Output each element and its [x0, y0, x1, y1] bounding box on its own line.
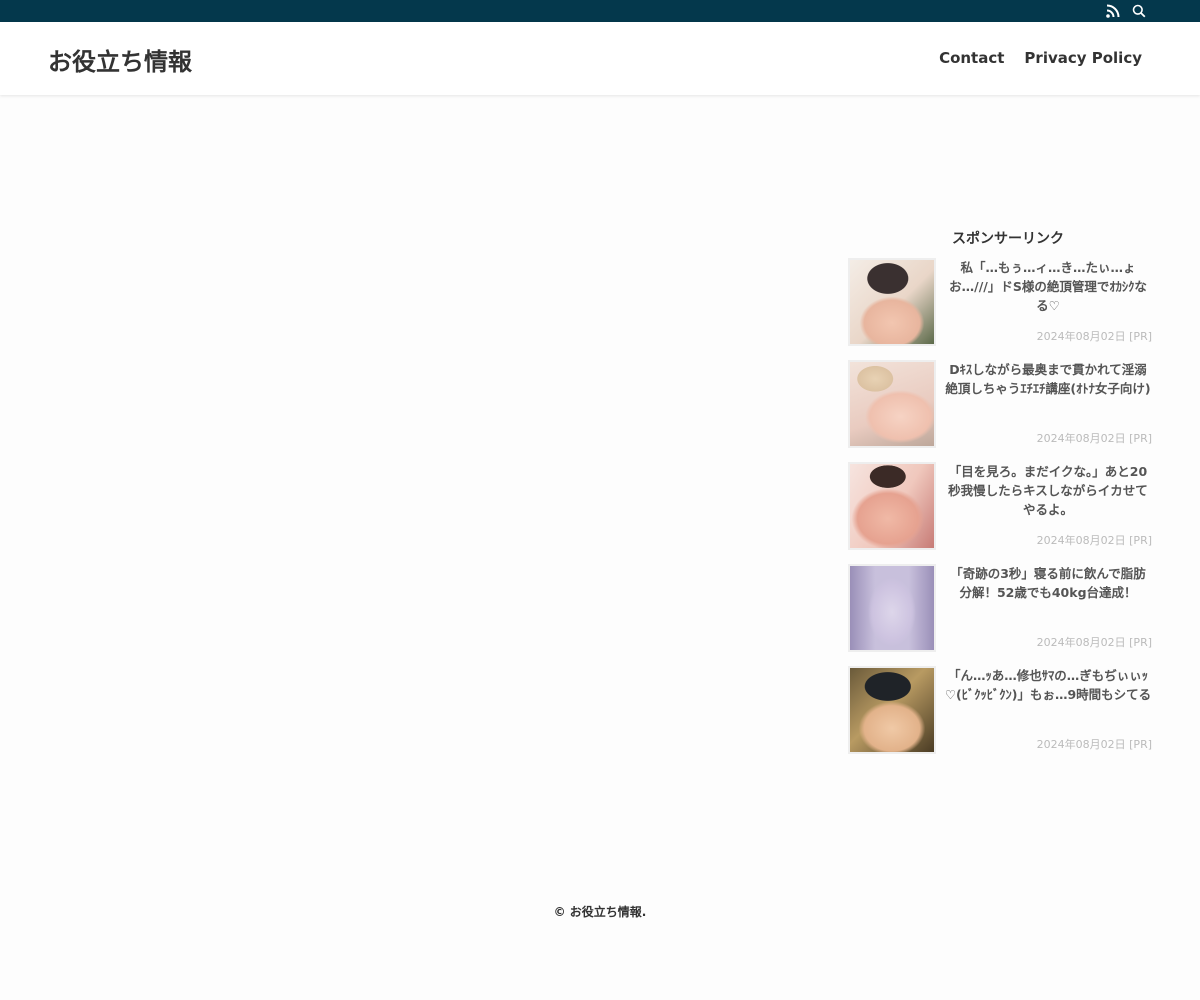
thumbnail-image[interactable] — [848, 564, 936, 652]
nav-contact[interactable]: Contact — [939, 49, 1004, 67]
pr-badge: [PR] — [1129, 636, 1152, 649]
item-date: 2024年08月02日 [PR] — [1036, 738, 1152, 751]
main-nav: Contact Privacy Policy — [939, 49, 1142, 67]
top-bar — [0, 0, 1200, 22]
item-date: 2024年08月02日 [PR] — [1036, 636, 1152, 649]
pr-badge: [PR] — [1129, 432, 1152, 445]
site-header: お役立ち情報 Contact Privacy Policy — [0, 22, 1200, 95]
pr-badge: [PR] — [1129, 330, 1152, 343]
thumbnail-image[interactable] — [848, 360, 936, 448]
site-title[interactable]: お役立ち情報 — [48, 42, 192, 77]
rss-icon[interactable] — [1104, 2, 1122, 20]
footer-copyright: © お役立ち情報. — [553, 905, 647, 919]
list-item[interactable]: 私「…もぅ…ィ…き…たぃ…ょお…///」ドS様の絶頂管理でｵｶｼｸなる♡ 202… — [848, 252, 1154, 354]
list-item[interactable]: 「目を見ろ。まだイクな。」あと20秒我慢したらキスしながらイカせてやるよ。 20… — [848, 456, 1154, 558]
item-title: 「奇跡の3秒」寝る前に飲んで脂肪分解！52歳でも40kg台達成！ — [950, 566, 1146, 600]
item-title: Dｷｽしながら最奥まで貫かれて淫溺絶頂しちゃうｴﾁｴﾁ講座(ｵﾄﾅ女子向け) — [945, 362, 1151, 396]
item-title: 私「…もぅ…ィ…き…たぃ…ょお…///」ドS様の絶頂管理でｵｶｼｸなる♡ — [949, 260, 1147, 313]
list-item[interactable]: 「奇跡の3秒」寝る前に飲んで脂肪分解！52歳でも40kg台達成！ 2024年08… — [848, 558, 1154, 660]
item-title: 「目を見ろ。まだイクな。」あと20秒我慢したらキスしながらイカせてやるよ。 — [948, 464, 1148, 517]
nav-privacy-policy[interactable]: Privacy Policy — [1024, 49, 1142, 67]
pr-badge: [PR] — [1129, 738, 1152, 751]
item-date: 2024年08月02日 [PR] — [1036, 330, 1152, 343]
item-date: 2024年08月02日 [PR] — [1036, 534, 1152, 547]
thumbnail-image[interactable] — [848, 666, 936, 754]
thumbnail-image[interactable] — [848, 258, 936, 346]
search-icon[interactable] — [1130, 2, 1148, 20]
item-title: 「ん…ｯあ…修也ｻﾏの…ぎもぢぃぃｯ♡(ﾋﾞｸｯﾋﾞｸﾝ)」もぉ…9時間もシてる — [944, 668, 1152, 702]
list-item[interactable]: 「ん…ｯあ…修也ｻﾏの…ぎもぢぃぃｯ♡(ﾋﾞｸｯﾋﾞｸﾝ)」もぉ…9時間もシてる… — [848, 660, 1154, 762]
item-date: 2024年08月02日 [PR] — [1036, 432, 1152, 445]
sponsor-widget: スポンサーリンク 私「…もぅ…ィ…き…たぃ…ょお…///」ドS様の絶頂管理でｵｶ… — [848, 228, 1154, 762]
list-item[interactable]: Dｷｽしながら最奥まで貫かれて淫溺絶頂しちゃうｴﾁｴﾁ講座(ｵﾄﾅ女子向け) 2… — [848, 354, 1154, 456]
pr-badge: [PR] — [1129, 534, 1152, 547]
thumbnail-image[interactable] — [848, 462, 936, 550]
widget-title: スポンサーリンク — [952, 231, 1064, 247]
